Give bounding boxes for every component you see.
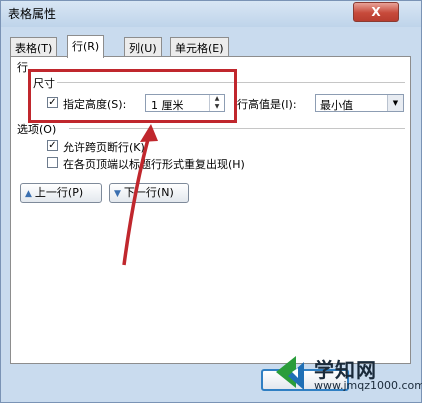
chevron-down-icon[interactable]: ▼	[387, 95, 403, 111]
tab-cell[interactable]: 单元格(E)	[170, 37, 229, 56]
arrow-up-icon: ▲	[25, 189, 32, 199]
tab-table[interactable]: 表格(T)	[10, 37, 58, 56]
close-button[interactable]: X	[353, 2, 399, 22]
repeat-header-checkbox[interactable]	[47, 157, 58, 168]
next-row-button[interactable]: ▼ 下一行(N)	[109, 183, 189, 203]
previous-row-label: 上一行(P)	[34, 186, 84, 199]
watermark-url: www.jmqz1000.com	[314, 379, 422, 392]
dialog-title: 表格属性	[8, 7, 57, 21]
options-divider	[69, 128, 405, 129]
arrow-down-icon: ▼	[114, 189, 121, 199]
row-height-is-value: 最小值	[320, 99, 353, 112]
repeat-header-label: 在各页顶端以标题行形式重复出现(H)	[63, 158, 245, 171]
previous-row-button[interactable]: ▲ 上一行(P)	[20, 183, 102, 203]
allow-break-label: 允许跨页断行(K)	[63, 141, 145, 154]
row-height-is-label: 行高值是(I):	[237, 98, 297, 111]
tab-row[interactable]: 行(R)	[67, 35, 105, 58]
row-height-is-select[interactable]: 最小值 ▼	[315, 94, 404, 112]
options-heading: 选项(O)	[17, 123, 57, 136]
watermark-logo-icon	[276, 356, 304, 390]
allow-break-checkbox[interactable]: ✓	[47, 140, 58, 151]
tab-column[interactable]: 列(U)	[124, 37, 162, 56]
row-section-label: 行	[17, 61, 28, 74]
table-properties-dialog: 表格属性 X 表格(T) 行(R) 列(U) 单元格(E) 行 尺寸 ✓ 指定高…	[0, 0, 422, 403]
annotation-highlight-box	[28, 69, 237, 123]
next-row-label: 下一行(N)	[123, 186, 174, 199]
title-bar: 表格属性 X	[1, 1, 421, 27]
